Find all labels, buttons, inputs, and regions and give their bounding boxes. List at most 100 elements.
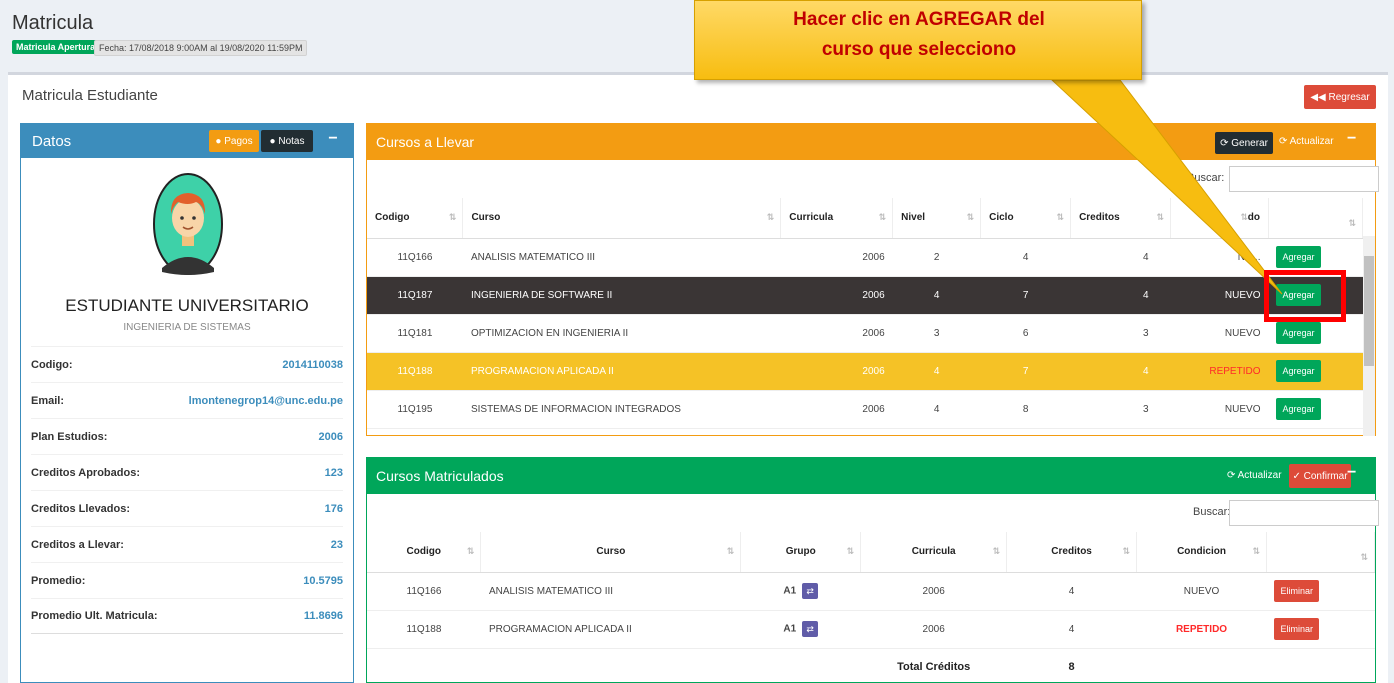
cursos-a-llevar-header: Cursos a Llevar ⟳ Generar ⟳ Actualizar − <box>367 124 1375 160</box>
cell-curso: SISTEMAS DE INFORMACION INTEGRADOS <box>462 390 781 429</box>
search-label: Buscar: <box>1193 506 1231 518</box>
agregar-button[interactable]: Agregar <box>1276 360 1321 382</box>
sort-icon: ⇅ <box>1360 551 1368 562</box>
sort-icon: ⇅ <box>966 212 975 223</box>
cell-curricula: 2006 <box>860 572 1007 611</box>
info-row-codigo: Codigo: 2014110038 <box>31 346 343 382</box>
main-box-title: Matricula Estudiante <box>22 87 158 104</box>
cell-curricula: 2006 <box>860 610 1007 649</box>
empty-cell <box>480 648 741 683</box>
refresh-icon: ⟳ <box>1227 470 1236 481</box>
panel-title: Cursos Matriculados <box>376 468 504 484</box>
info-value: 2006 <box>318 430 343 443</box>
table-row[interactable]: 11Q166 ANALISIS MATEMATICO III A1 ⇄ 2006 … <box>367 572 1375 611</box>
cell-codigo: 11Q187 <box>367 276 463 315</box>
agregar-button[interactable]: Agregar <box>1276 398 1321 420</box>
col-curricula[interactable]: Curricula ⇅ <box>860 532 1008 573</box>
col-curso[interactable]: Curso ⇅ <box>462 198 782 239</box>
table-row[interactable]: 11Q188 PROGRAMACION APLICADA II 2006 4 7… <box>367 352 1363 391</box>
agregar-button[interactable]: Agregar <box>1276 322 1321 344</box>
cursos-matriculados-table: Codigo ⇅ Curso ⇅ Grupo ⇅ Curricula ⇅ Credito… <box>367 532 1376 683</box>
col-codigo[interactable]: Codigo ⇅ <box>367 532 482 573</box>
cell-curso: OPTIMIZACION EN INGENIERIA II <box>462 314 781 353</box>
cell-nivel: 4 <box>892 276 981 315</box>
col-label: Codigo <box>375 212 410 224</box>
info-label: Promedio Ult. Matricula: <box>31 610 158 622</box>
col-estado[interactable]: do ⇅ <box>1170 198 1269 239</box>
cell-codigo: 11Q188 <box>367 610 481 649</box>
callout-line: Hacer clic en AGREGAR del <box>793 9 1045 30</box>
table-row[interactable]: 11Q187 INGENIERIA DE SOFTWARE II 2006 4 … <box>367 276 1363 315</box>
col-codigo[interactable]: Codigo ⇅ <box>367 198 464 239</box>
collapse-icon[interactable]: − <box>1347 464 1356 482</box>
sort-icon: ⇅ <box>846 546 855 557</box>
cell-codigo: 11Q166 <box>367 238 463 277</box>
cell-codigo: 11Q188 <box>367 352 463 391</box>
sort-icon: ⇅ <box>1156 212 1165 223</box>
empty-cell <box>367 648 481 683</box>
panel-title: Cursos a Llevar <box>376 134 475 150</box>
notas-button[interactable]: ● Notas <box>261 130 313 152</box>
col-label: Ciclo <box>989 212 1014 224</box>
student-name: ESTUDIANTE UNIVERSITARIO <box>65 296 309 315</box>
table-scrollbar[interactable] <box>1363 236 1375 436</box>
pagos-button[interactable]: ● Pagos <box>209 130 259 152</box>
generar-button[interactable]: ⟳ Generar <box>1215 132 1273 154</box>
cell-curso: INGENIERIA DE SOFTWARE II <box>462 276 781 315</box>
confirmar-button[interactable]: ✓ Confirmar <box>1289 464 1351 488</box>
col-condicion[interactable]: Condicion ⇅ <box>1136 532 1267 573</box>
col-label: Curricula <box>789 212 834 224</box>
col-creditos[interactable]: Creditos ⇅ <box>1070 198 1172 239</box>
actualizar-link[interactable]: ⟳ Actualizar <box>1279 136 1334 147</box>
table-row[interactable]: 11Q166 ANALISIS MATEMATICO III 2006 2 4 … <box>367 238 1363 277</box>
collapse-icon[interactable]: − <box>1347 130 1356 148</box>
cell-condicion: NUEVO <box>1136 572 1267 611</box>
table-row[interactable]: 11Q195 SISTEMAS DE INFORMACION INTEGRADO… <box>367 390 1363 429</box>
sort-icon: ⇅ <box>1348 217 1356 228</box>
info-label: Codigo: <box>31 358 73 371</box>
agregar-button[interactable]: Agregar <box>1276 246 1321 268</box>
back-button[interactable]: ◀◀ Regresar <box>1304 85 1376 109</box>
info-value: 123 <box>324 466 343 479</box>
col-accion: ⇅ <box>1266 532 1376 573</box>
cell-condicion: REPETIDO <box>1175 623 1228 635</box>
eliminar-button[interactable]: Eliminar <box>1274 580 1319 602</box>
notes-icon: ● <box>269 135 276 147</box>
scrollbar-thumb[interactable] <box>1364 256 1374 366</box>
table-row[interactable]: 11Q188 PROGRAMACION APLICADA II A1 ⇄ 2006… <box>367 610 1375 649</box>
cell-curricula: 2006 <box>780 238 893 277</box>
col-ciclo[interactable]: Ciclo ⇅ <box>980 198 1072 239</box>
col-creditos[interactable]: Creditos ⇅ <box>1006 532 1138 573</box>
cell-ciclo: 7 <box>980 276 1071 315</box>
cell-curso: PROGRAMACION APLICADA II <box>462 352 781 391</box>
col-curso[interactable]: Curso ⇅ <box>480 532 742 573</box>
col-nivel[interactable]: Nivel ⇅ <box>892 198 982 239</box>
table-row[interactable]: 11Q181 OPTIMIZACION EN INGENIERIA II 200… <box>367 314 1363 353</box>
search-input[interactable] <box>1229 500 1379 526</box>
col-label: Condicion <box>1177 546 1226 558</box>
search-label: Buscar: <box>1187 172 1225 184</box>
swap-group-icon[interactable]: ⇄ <box>802 583 819 599</box>
col-curricula[interactable]: Curricula ⇅ <box>780 198 894 239</box>
datos-panel: Datos ● Pagos ● Notas − ESTUDIANTE UNIVE… <box>20 123 354 683</box>
swap-group-icon[interactable]: ⇄ <box>802 621 819 637</box>
col-grupo[interactable]: Grupo ⇅ <box>740 532 862 573</box>
cell-ciclo: 4 <box>980 238 1071 277</box>
cell-estado: NU... <box>1170 238 1269 277</box>
collapse-icon[interactable]: − <box>321 130 345 148</box>
refresh-icon: ⟳ <box>1220 137 1229 149</box>
cell-grupo: A1 <box>783 585 797 597</box>
total-label: Total Créditos <box>860 648 1007 683</box>
search-input[interactable] <box>1229 166 1379 192</box>
cell-codigo: 11Q195 <box>367 390 463 429</box>
cell-nivel: 4 <box>892 352 981 391</box>
eliminar-button[interactable]: Eliminar <box>1274 618 1319 640</box>
highlight-box <box>1264 270 1346 322</box>
sort-icon: ⇅ <box>1252 546 1260 557</box>
info-row-promedio: Promedio: 10.5795 <box>31 562 343 598</box>
info-row-promedio-ult: Promedio Ult. Matricula: 11.8696 <box>31 598 343 634</box>
table-header-row: Codigo ⇅ Curso ⇅ Grupo ⇅ Curricula ⇅ Credito… <box>367 532 1376 573</box>
actualizar-link[interactable]: ⟳ Actualizar <box>1227 470 1282 481</box>
sort-icon: ⇅ <box>1240 212 1248 223</box>
col-label: Curso <box>596 546 626 558</box>
